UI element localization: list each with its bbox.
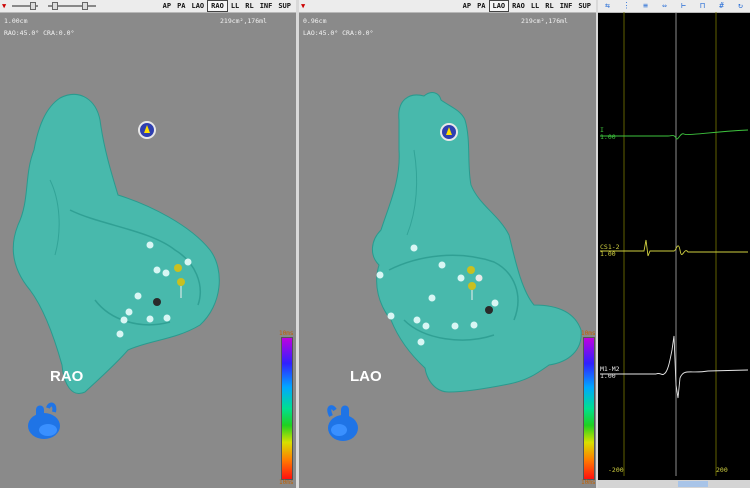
color-scale-bar <box>281 337 293 480</box>
ecg-scrollbar-thumb[interactable] <box>678 481 708 487</box>
heart-orientation-icon[interactable] <box>323 400 367 444</box>
right-map-view[interactable]: ▼ AP PA LAO RAO LL RL INF SUP 0.96cm 219… <box>299 0 596 488</box>
view-label: RAO <box>50 368 84 385</box>
color-scale-top-label: 10ms <box>581 330 596 337</box>
ecg-signal-panel[interactable]: ⇆ ⋮ ≡ ⇔ ⊢ ⊓ # ↻ I 1.00 CS1-2 1.00 M1-M2 … <box>598 0 750 488</box>
ecg-traces <box>600 12 749 476</box>
heart-orientation-icon[interactable] <box>22 400 66 444</box>
view-label: LAO <box>350 368 382 385</box>
color-scale-top-label: 10ms <box>279 330 294 337</box>
ecg-channel-gain-cs: 1.00 <box>600 250 616 258</box>
ecg-scrollbar[interactable] <box>598 480 750 488</box>
left-map-view[interactable]: ▼ AP PA LAO RAO LL RL INF SUP 1.00cm 219… <box>0 0 296 488</box>
orientation-compass-icon[interactable] <box>138 121 156 139</box>
ecg-channel-gain-i: 1.00 <box>600 133 616 141</box>
orientation-compass-icon[interactable] <box>440 123 458 141</box>
ecg-axis-left-label: -200 <box>608 466 624 474</box>
ecg-axis-right-label: 200 <box>716 466 728 474</box>
color-scale-bottom-label: 10ms <box>279 479 294 486</box>
color-scale-bottom-label: 10ms <box>581 479 596 486</box>
color-scale-bar <box>583 337 595 480</box>
ecg-channel-gain-m: 1.00 <box>600 372 616 380</box>
